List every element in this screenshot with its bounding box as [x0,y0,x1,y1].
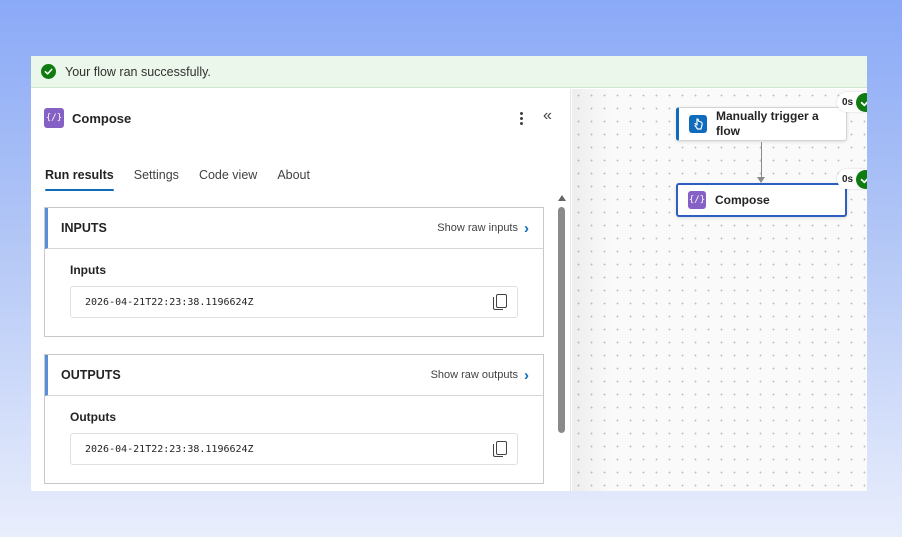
chevron-right-icon: › [524,366,529,384]
compose-node[interactable]: {/} Compose [676,183,847,217]
node-connector [761,142,762,180]
scroll-up-icon[interactable] [558,195,566,201]
show-raw-inputs-label: Show raw inputs [437,222,518,234]
flow-run-window: Your flow ran successfully. {/} Compose … [31,56,867,491]
collapse-panel-icon[interactable]: « [543,107,552,125]
success-check-icon [856,92,867,112]
compose-status-badge: 0s [837,169,867,189]
panel-tabs: Run results Settings Code view About [45,168,310,191]
inputs-value-box: 2026-04-21T22:23:38.1196624Z [70,286,518,318]
success-banner: Your flow ran successfully. [31,56,867,88]
compose-duration: 0s [842,173,854,185]
trigger-duration: 0s [842,96,854,108]
compose-icon: {/} [688,191,706,209]
outputs-label: Outputs [70,410,116,424]
tab-run-results[interactable]: Run results [45,168,114,191]
flow-canvas[interactable]: Manually trigger a flow 0s {/} Compose 0… [572,89,867,491]
copy-icon[interactable] [493,441,507,457]
chevron-right-icon: › [524,219,529,237]
inputs-section: INPUTS Show raw inputs › Inputs 2026-04-… [44,207,544,337]
panel-title: Compose [72,110,132,126]
compose-node-label: Compose [715,192,770,207]
compose-icon: {/} [44,108,64,128]
tab-settings[interactable]: Settings [134,168,179,191]
tab-about[interactable]: About [277,168,310,191]
outputs-body: Outputs 2026-04-21T22:23:38.1196624Z [45,396,543,483]
copy-icon[interactable] [493,294,507,310]
inputs-label: Inputs [70,263,106,277]
banner-message: Your flow ran successfully. [65,64,211,79]
success-check-icon [856,169,867,189]
tab-code-view[interactable]: Code view [199,168,257,191]
inputs-section-header[interactable]: INPUTS Show raw inputs › [45,208,543,249]
outputs-header: OUTPUTS [61,368,121,382]
more-options-icon[interactable] [515,109,527,127]
action-details-panel: {/} Compose « Run results Settings Code … [31,89,571,491]
manual-trigger-icon [689,115,707,133]
outputs-section-header[interactable]: OUTPUTS Show raw outputs › [45,355,543,396]
trigger-status-badge: 0s [837,92,867,112]
show-raw-outputs-link[interactable]: Show raw outputs › [431,367,529,384]
trigger-node[interactable]: Manually trigger a flow [676,107,847,141]
outputs-value: 2026-04-21T22:23:38.1196624Z [85,443,254,455]
outputs-value-box: 2026-04-21T22:23:38.1196624Z [70,433,518,465]
panel-scrollbar[interactable] [557,195,567,491]
show-raw-inputs-link[interactable]: Show raw inputs › [437,220,529,237]
panel-header: {/} Compose [44,107,131,129]
show-raw-outputs-label: Show raw outputs [430,369,518,381]
inputs-value: 2026-04-21T22:23:38.1196624Z [85,296,254,308]
canvas-edge-shadow [572,89,612,491]
outputs-section: OUTPUTS Show raw outputs › Outputs 2026-… [44,354,544,484]
inputs-header: INPUTS [61,221,107,235]
success-check-icon [41,64,56,79]
scroll-thumb[interactable] [558,207,565,433]
trigger-node-label: Manually trigger a flow [716,109,819,138]
inputs-body: Inputs 2026-04-21T22:23:38.1196624Z [45,249,543,336]
